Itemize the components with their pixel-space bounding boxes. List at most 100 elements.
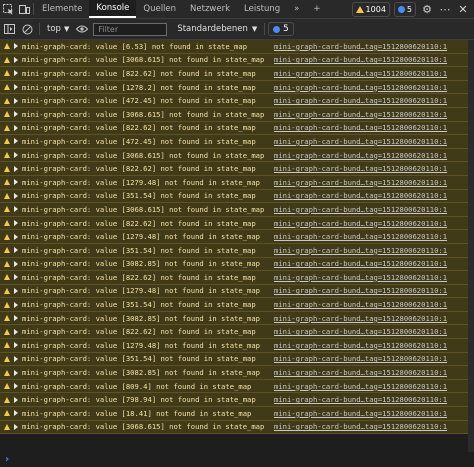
source-link[interactable]: mini-graph-card-bund…tag=1512800620110:1 xyxy=(274,273,447,282)
source-link[interactable]: mini-graph-card-bund…tag=1512800620110:1 xyxy=(274,123,447,132)
console-warning-row[interactable]: mini-graph-card: value [1278.2] not foun… xyxy=(0,80,474,95)
expand-arrow-icon[interactable] xyxy=(14,192,18,199)
source-link[interactable]: mini-graph-card-bund…tag=1512800620110:1 xyxy=(274,382,447,391)
expand-arrow-icon[interactable] xyxy=(14,233,18,240)
console-warning-row[interactable]: mini-graph-card: value [3068.615] not fo… xyxy=(0,53,474,68)
expand-arrow-icon[interactable] xyxy=(14,396,18,403)
issues-badge[interactable]: 5 xyxy=(393,1,416,17)
console-warning-row[interactable]: mini-graph-card: value [809.4] not found… xyxy=(0,379,474,394)
tab-network[interactable]: Netzwerk xyxy=(183,0,237,18)
console-warning-row[interactable]: mini-graph-card: value [351.54] not foun… xyxy=(0,352,474,367)
add-tab-icon[interactable]: + xyxy=(306,0,327,18)
clear-console-icon[interactable] xyxy=(18,19,36,39)
expand-arrow-icon[interactable] xyxy=(14,315,18,322)
console-warning-row[interactable]: mini-graph-card: value [822.62] not foun… xyxy=(0,162,474,176)
source-link[interactable]: mini-graph-card-bund…tag=1512800620110:1 xyxy=(274,191,447,200)
source-link[interactable]: mini-graph-card-bund…tag=1512800620110:1 xyxy=(274,409,447,418)
expand-arrow-icon[interactable] xyxy=(14,274,18,281)
toolbar-issues-badge[interactable]: 5 xyxy=(268,22,294,36)
tab-elements[interactable]: Elemente xyxy=(35,0,89,18)
console-warning-row[interactable]: mini-graph-card: value [3068.615] not fo… xyxy=(0,107,474,122)
source-link[interactable]: mini-graph-card-bund…tag=1512800620110:1 xyxy=(274,55,447,64)
device-emulation-icon[interactable] xyxy=(16,0,32,18)
source-link[interactable]: mini-graph-card-bund…tag=1512800620110:1 xyxy=(274,137,447,146)
warnings-badge[interactable]: 1004 xyxy=(351,1,390,17)
expand-arrow-icon[interactable] xyxy=(14,206,18,213)
source-link[interactable]: mini-graph-card-bund…tag=1512800620110:1 xyxy=(274,69,447,78)
source-link[interactable]: mini-graph-card-bund…tag=1512800620110:1 xyxy=(274,327,447,336)
source-link[interactable]: mini-graph-card-bund…tag=1512800620110:1 xyxy=(274,341,447,350)
source-link[interactable]: mini-graph-card-bund…tag=1512800620110:1 xyxy=(274,205,447,214)
source-link[interactable]: mini-graph-card-bund…tag=1512800620110:1 xyxy=(274,354,447,363)
expand-arrow-icon[interactable] xyxy=(14,287,18,294)
close-icon[interactable]: ✕ xyxy=(456,3,470,16)
source-link[interactable]: mini-graph-card-bund…tag=1512800620110:1 xyxy=(274,83,447,92)
customize-menu-icon[interactable]: ⋯ xyxy=(438,3,452,16)
console-warning-row[interactable]: mini-graph-card: value [3068.615] not fo… xyxy=(0,203,474,217)
console-scrollbar[interactable] xyxy=(468,40,474,452)
console-prompt[interactable]: › xyxy=(0,452,474,467)
source-link[interactable]: mini-graph-card-bund…tag=1512800620110:1 xyxy=(274,395,447,404)
console-warning-row[interactable]: mini-graph-card: value [822.62] not foun… xyxy=(0,325,474,340)
expand-arrow-icon[interactable] xyxy=(14,328,18,335)
console-warning-row[interactable]: mini-graph-card: value [351.54] not foun… xyxy=(0,189,474,204)
console-warning-row[interactable]: mini-graph-card: value [822.62] not foun… xyxy=(0,271,474,285)
inspect-element-icon[interactable] xyxy=(0,0,16,18)
source-link[interactable]: mini-graph-card-bund…tag=1512800620110:1 xyxy=(274,151,447,160)
console-warning-row[interactable]: mini-graph-card: value [18.41] not found… xyxy=(0,407,474,421)
source-link[interactable]: mini-graph-card-bund…tag=1512800620110:1 xyxy=(274,300,447,309)
source-link[interactable]: mini-graph-card-bund…tag=1512800620110:1 xyxy=(274,422,447,431)
expand-arrow-icon[interactable] xyxy=(14,84,18,91)
log-levels-dropdown[interactable]: Standardebenen ▼ xyxy=(173,22,261,36)
source-link[interactable]: mini-graph-card-bund…tag=1512800620110:1 xyxy=(274,42,447,51)
tab-console[interactable]: Konsole xyxy=(89,0,137,18)
expand-arrow-icon[interactable] xyxy=(14,97,18,104)
source-link[interactable]: mini-graph-card-bund…tag=1512800620110:1 xyxy=(274,219,447,228)
console-warning-row[interactable]: mini-graph-card: value [798.94] not foun… xyxy=(0,393,474,408)
expand-arrow-icon[interactable] xyxy=(14,124,18,131)
source-link[interactable]: mini-graph-card-bund…tag=1512800620110:1 xyxy=(274,178,447,187)
expand-arrow-icon[interactable] xyxy=(14,247,18,254)
filter-input[interactable]: Filter xyxy=(93,22,168,36)
console-warning-row[interactable]: mini-graph-card: value [1279.48] not fou… xyxy=(0,175,474,190)
expand-arrow-icon[interactable] xyxy=(14,342,18,349)
expand-arrow-icon[interactable] xyxy=(14,301,18,308)
console-warning-row[interactable]: mini-graph-card: value [3068.615] not fo… xyxy=(0,148,474,163)
settings-gear-icon[interactable]: ⚙ xyxy=(420,3,434,16)
console-warning-row[interactable]: mini-graph-card: value [3068.615] not fo… xyxy=(0,420,474,435)
live-expression-eye-icon[interactable] xyxy=(73,19,91,39)
more-tabs-icon[interactable]: » xyxy=(287,0,306,18)
source-link[interactable]: mini-graph-card-bund…tag=1512800620110:1 xyxy=(274,110,447,119)
expand-arrow-icon[interactable] xyxy=(14,138,18,145)
source-link[interactable]: mini-graph-card-bund…tag=1512800620110:1 xyxy=(274,96,447,105)
console-warning-row[interactable]: mini-graph-card: value [472.45] not foun… xyxy=(0,94,474,108)
console-warning-row[interactable]: mini-graph-card: value [3082.85] not fou… xyxy=(0,257,474,272)
expand-arrow-icon[interactable] xyxy=(14,355,18,362)
source-link[interactable]: mini-graph-card-bund…tag=1512800620110:1 xyxy=(274,368,447,377)
source-link[interactable]: mini-graph-card-bund…tag=1512800620110:1 xyxy=(274,259,447,268)
console-warning-row[interactable]: mini-graph-card: value [1279.48] not fou… xyxy=(0,339,474,353)
expand-arrow-icon[interactable] xyxy=(14,369,18,376)
expand-arrow-icon[interactable] xyxy=(14,165,18,172)
source-link[interactable]: mini-graph-card-bund…tag=1512800620110:1 xyxy=(274,286,447,295)
expand-arrow-icon[interactable] xyxy=(14,111,18,118)
source-link[interactable]: mini-graph-card-bund…tag=1512800620110:1 xyxy=(274,232,447,241)
source-link[interactable]: mini-graph-card-bund…tag=1512800620110:1 xyxy=(274,314,447,323)
console-warning-row[interactable]: mini-graph-card: value [6.53] not found … xyxy=(0,40,474,54)
console-warning-row[interactable]: mini-graph-card: value [3082.85] not fou… xyxy=(0,311,474,326)
console-warning-row[interactable]: mini-graph-card: value [822.62] not foun… xyxy=(0,216,474,231)
expand-arrow-icon[interactable] xyxy=(14,179,18,186)
sidebar-toggle-icon[interactable] xyxy=(0,19,18,39)
source-link[interactable]: mini-graph-card-bund…tag=1512800620110:1 xyxy=(274,246,447,255)
context-selector[interactable]: top ▼ xyxy=(43,22,73,36)
console-warning-row[interactable]: mini-graph-card: value [351.54] not foun… xyxy=(0,298,474,312)
console-warning-row[interactable]: mini-graph-card: value [822.62] not foun… xyxy=(0,121,474,136)
expand-arrow-icon[interactable] xyxy=(14,70,18,77)
expand-arrow-icon[interactable] xyxy=(14,410,18,417)
console-warning-row[interactable]: mini-graph-card: value [1279.48] not fou… xyxy=(0,230,474,244)
tab-performance[interactable]: Leistung xyxy=(237,0,287,18)
source-link[interactable]: mini-graph-card-bund…tag=1512800620110:1 xyxy=(274,164,447,173)
expand-arrow-icon[interactable] xyxy=(14,220,18,227)
tab-sources[interactable]: Quellen xyxy=(136,0,183,18)
expand-arrow-icon[interactable] xyxy=(14,56,18,63)
